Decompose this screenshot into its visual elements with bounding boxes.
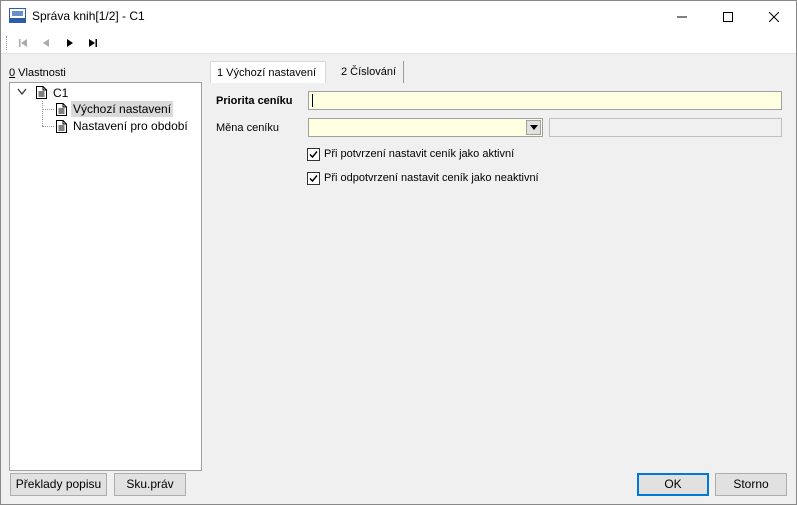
properties-tree: C1 Výchozí nastavení Nastavení pro obdob… (9, 82, 202, 471)
priority-label: Priorita ceníku (216, 95, 293, 107)
tree-item-period-settings[interactable]: Nastavení pro období (73, 118, 188, 134)
currency-description-field (549, 118, 782, 137)
tree-line-h1 (42, 109, 54, 110)
cancel-button[interactable]: Storno (715, 473, 787, 496)
chevron-down-icon[interactable] (17, 88, 27, 96)
navigation-toolbar (1, 32, 796, 54)
previous-record-icon[interactable] (39, 36, 53, 50)
minimize-icon (677, 16, 687, 17)
title-bar: Správa knih[1/2] - C1 (1, 1, 796, 32)
checkmark-icon (309, 150, 318, 158)
document-icon (56, 103, 67, 116)
ok-button[interactable]: OK (637, 473, 709, 496)
deactivate-on-unconfirm-checkbox[interactable] (307, 171, 320, 185)
app-icon (9, 8, 26, 23)
rights-button[interactable]: Sku.práv (114, 473, 186, 496)
currency-select[interactable] (308, 118, 543, 137)
activate-on-confirm-label: Při potvrzení nastavit ceník jako aktivn… (324, 148, 515, 160)
minimize-button[interactable] (659, 1, 705, 32)
tree-item-root[interactable]: C1 (53, 85, 68, 101)
checkmark-icon (309, 174, 318, 182)
first-record-icon[interactable] (16, 36, 30, 50)
translations-button[interactable]: Překlady popisu (10, 473, 107, 496)
document-icon (56, 120, 67, 133)
chevron-down-icon (529, 125, 538, 130)
tree-item-default-settings[interactable]: Výchozí nastavení (71, 101, 174, 117)
next-record-icon[interactable] (63, 36, 77, 50)
window: Správa knih[1/2] - C1 0 Vlastnosti C1 Vý… (0, 0, 797, 505)
currency-dropdown-button[interactable] (526, 120, 541, 135)
close-button[interactable] (751, 1, 797, 32)
activate-on-confirm-checkbox[interactable] (307, 147, 320, 161)
deactivate-on-unconfirm-label: Při odpotvrzení nastavit ceník jako neak… (324, 172, 539, 184)
maximize-button[interactable] (705, 1, 751, 32)
activate-on-confirm-option[interactable]: Při potvrzení nastavit ceník jako aktivn… (307, 146, 514, 162)
tab-numbering[interactable]: 2 Číslování (335, 61, 404, 83)
deactivate-on-unconfirm-option[interactable]: Při odpotvrzení nastavit ceník jako neak… (307, 170, 539, 186)
tree-line-vertical (42, 101, 43, 126)
text-caret (312, 94, 313, 107)
tree-line-h2 (42, 126, 54, 127)
maximize-icon (723, 11, 733, 22)
last-record-icon[interactable] (86, 36, 100, 50)
document-icon (36, 86, 47, 99)
toolbar-grip (6, 36, 7, 50)
window-title: Správa knih[1/2] - C1 (32, 9, 145, 23)
properties-label-text: Vlastnosti (15, 67, 66, 79)
priority-input[interactable] (308, 91, 782, 110)
currency-label: Měna ceníku (216, 122, 279, 134)
close-icon (769, 11, 779, 22)
properties-label: 0 Vlastnosti (9, 67, 66, 79)
tab-default-settings[interactable]: 1 Výchozí nastavení (210, 61, 326, 83)
